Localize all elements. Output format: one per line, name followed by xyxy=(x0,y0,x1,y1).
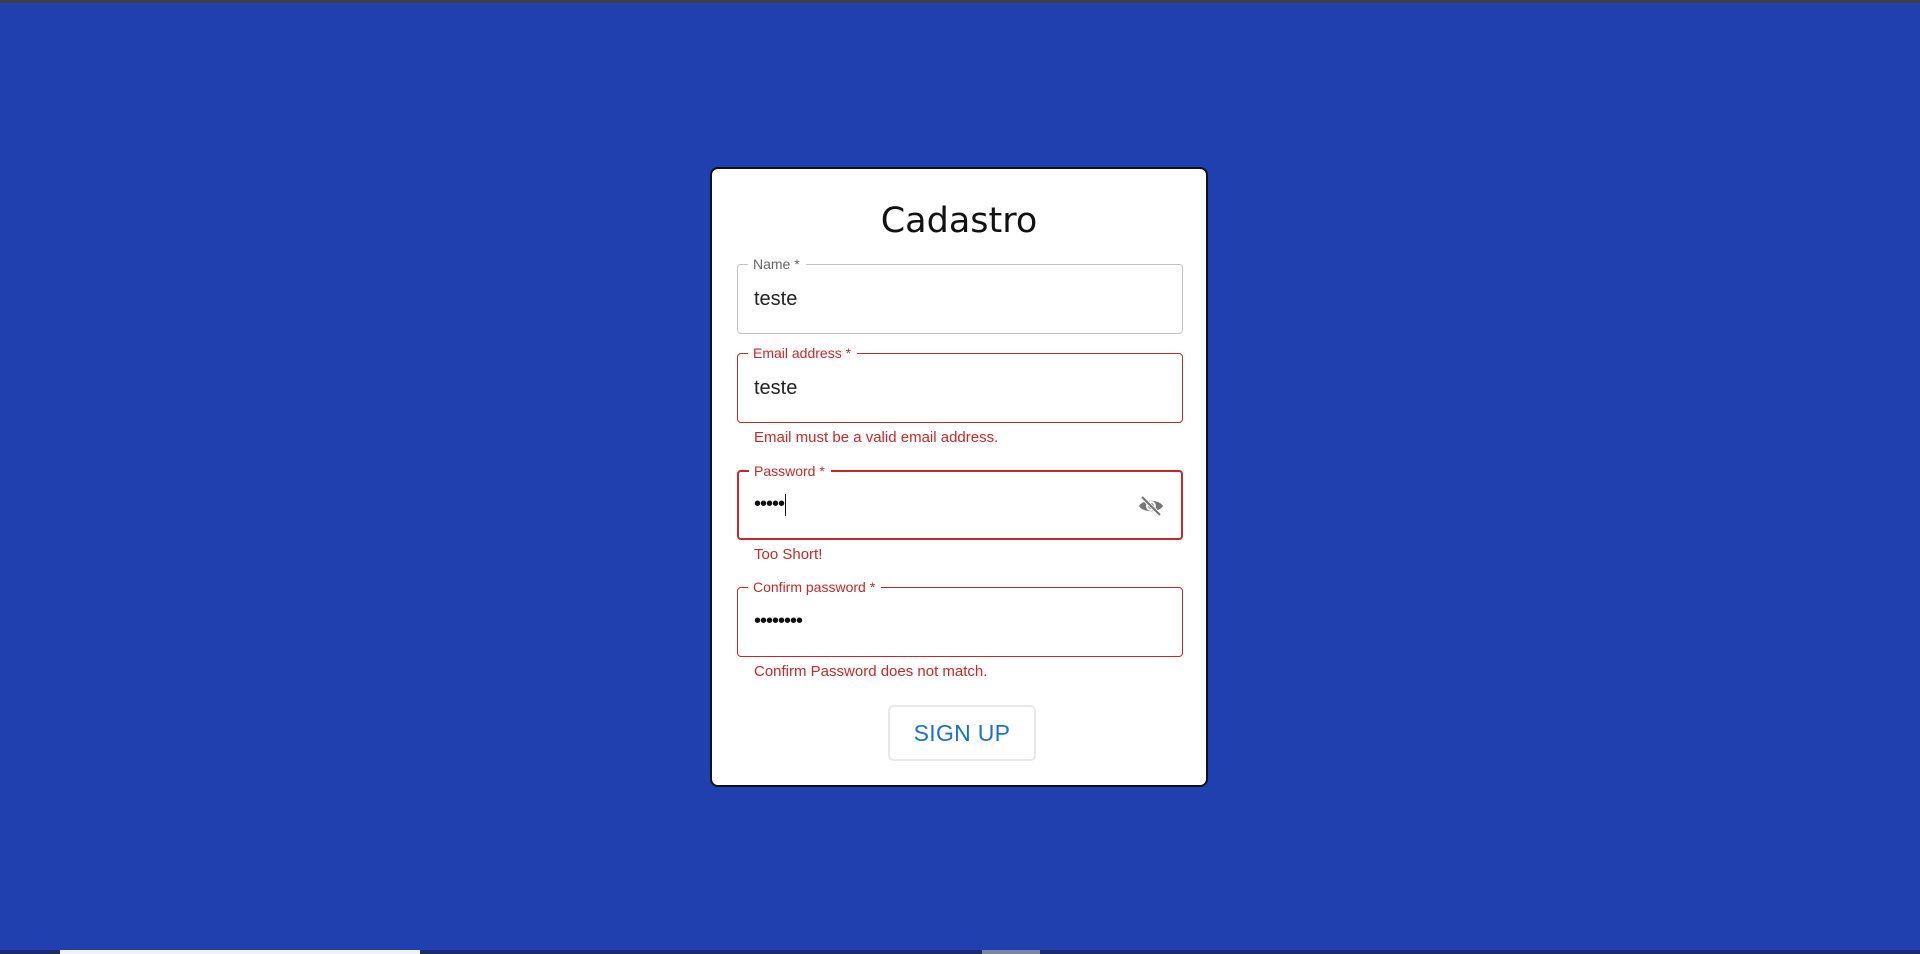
name-label: Name * xyxy=(748,256,806,272)
text-caret xyxy=(785,493,787,516)
confirm-password-field[interactable]: Confirm password * •••••••• xyxy=(737,579,1183,657)
password-masked-value: ••••• xyxy=(754,493,785,515)
password-input[interactable]: ••••• xyxy=(754,492,787,516)
taskbar-edge xyxy=(0,950,1920,954)
email-input[interactable]: teste xyxy=(754,376,797,400)
email-field[interactable]: Email address * teste xyxy=(737,345,1183,423)
confirm-password-label: Confirm password * xyxy=(748,579,882,595)
password-label: Password * xyxy=(749,463,831,479)
name-field[interactable]: Name * teste xyxy=(737,256,1183,334)
signup-card: Cadastro Name * teste Email address * te… xyxy=(710,167,1208,787)
eye-off-icon[interactable] xyxy=(1137,494,1165,518)
sign-up-button[interactable]: SIGN UP xyxy=(888,705,1036,761)
password-error-text: Too Short! xyxy=(754,546,823,563)
email-error-text: Email must be a valid email address. xyxy=(754,429,999,446)
window-top-edge xyxy=(0,0,1920,3)
page-title: Cadastro xyxy=(880,201,1038,241)
taskbar-segment xyxy=(982,950,1040,954)
confirm-password-error-text: Confirm Password does not match. xyxy=(754,663,988,680)
confirm-password-input[interactable]: •••••••• xyxy=(754,609,803,633)
email-label: Email address * xyxy=(748,345,858,361)
taskbar-segment xyxy=(60,950,420,954)
name-input[interactable]: teste xyxy=(754,287,797,311)
password-field[interactable]: Password * ••••• xyxy=(737,463,1183,540)
